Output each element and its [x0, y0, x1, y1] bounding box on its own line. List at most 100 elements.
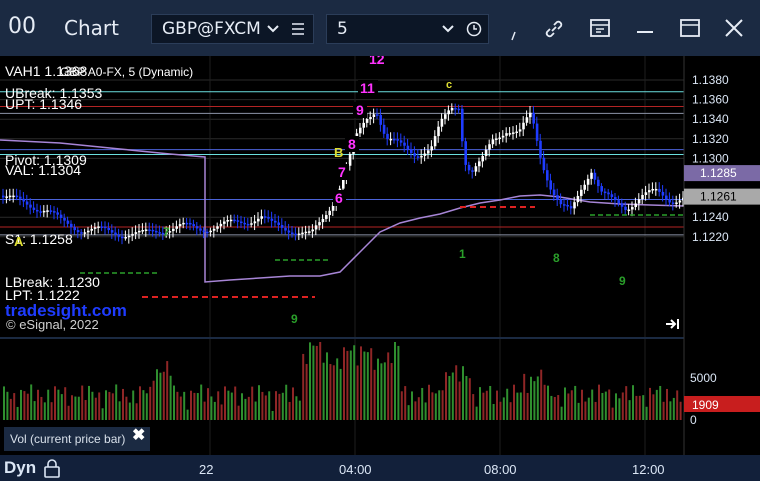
candle-body: [634, 203, 637, 208]
close-icon[interactable]: ✖: [132, 425, 145, 445]
interval-value: 5: [337, 19, 348, 39]
candle-body: [406, 145, 410, 150]
volume-bar: [71, 395, 73, 420]
candle-body: [148, 229, 151, 231]
price-chart[interactable]: VAH1 1.1368 GBP A0-FX, 5 (Dynamic) UBrea…: [0, 56, 760, 455]
candle-body: [59, 214, 63, 218]
volume-bar: [203, 401, 206, 420]
volume-bar: [224, 386, 226, 420]
volume-bar: [438, 390, 441, 420]
chevron-down-icon[interactable]: [266, 23, 280, 35]
volume-bar: [383, 362, 386, 420]
count-label: 9: [356, 102, 364, 118]
mode-label[interactable]: Dyn: [4, 458, 36, 478]
volume-bar: [312, 345, 315, 420]
volume-bar: [139, 386, 141, 420]
volume-bar: [196, 393, 199, 420]
cursor-icon[interactable]: [510, 30, 520, 42]
volume-bar: [475, 406, 478, 420]
volume-bar: [540, 369, 543, 420]
candle-body: [134, 232, 138, 234]
volume-bar: [149, 386, 152, 420]
candle-body: [233, 219, 236, 222]
candle-body: [430, 146, 433, 151]
volume-bar: [105, 390, 107, 420]
volume-bar: [353, 345, 356, 420]
close-icon[interactable]: [722, 16, 746, 40]
pane-separator[interactable]: [0, 337, 684, 339]
lock-icon[interactable]: [42, 458, 62, 478]
volume-bar: [20, 389, 22, 420]
volume-bar: [156, 369, 158, 420]
symbol-input[interactable]: GBP@FXCM: [151, 14, 314, 44]
volume-bar: [237, 405, 240, 420]
volume-bar: [635, 395, 638, 420]
volume-bar: [523, 373, 526, 420]
volume-bar: [506, 388, 509, 420]
volume-bar: [451, 372, 454, 420]
candle-body: [484, 149, 488, 157]
volume-bar: [434, 393, 437, 420]
price-tick: 1.1340: [692, 112, 729, 126]
candle-body: [53, 211, 56, 213]
volume-bar: [220, 404, 223, 420]
app-icon[interactable]: 00: [8, 14, 36, 39]
volume-bar: [118, 401, 121, 420]
candle-body: [532, 112, 535, 124]
count-label: 8: [553, 251, 560, 265]
maximize-icon[interactable]: [678, 16, 702, 40]
candle-body: [314, 225, 318, 230]
price-tick: 1.1360: [692, 93, 729, 107]
candle-body: [644, 192, 648, 195]
volume-bar: [169, 375, 172, 420]
clock-icon[interactable]: [466, 21, 482, 37]
volume-bar: [176, 391, 179, 420]
volume-bar: [227, 390, 230, 420]
candle-body: [328, 210, 331, 216]
candle-body: [348, 153, 352, 166]
candle-body: [399, 140, 403, 143]
candle-body: [110, 230, 114, 233]
candle-body: [556, 195, 559, 200]
candle-body: [229, 219, 233, 222]
volume-bar: [611, 407, 614, 420]
interval-input[interactable]: 5: [326, 14, 489, 44]
count-label: 9: [619, 274, 626, 288]
candle-body: [199, 228, 202, 231]
volume-bar: [526, 392, 529, 420]
volume-bar: [604, 391, 607, 420]
link-icon[interactable]: [543, 18, 565, 40]
candle-body: [583, 184, 586, 190]
study-label[interactable]: Vol (current price bar): [4, 427, 150, 451]
volume-bar: [241, 393, 243, 420]
volume-bar: [598, 384, 600, 420]
price-tick: 1.1320: [692, 132, 729, 146]
volume-bar: [326, 352, 328, 420]
volume-bar: [6, 391, 9, 420]
volume-bar: [669, 401, 672, 420]
volume-bar: [346, 350, 349, 420]
candle-body: [311, 229, 314, 232]
volume-bar: [339, 368, 342, 420]
candle-body: [291, 232, 294, 235]
minimize-icon[interactable]: [634, 16, 656, 40]
candle-body: [172, 228, 175, 232]
volume-bar: [489, 385, 492, 420]
chevron-down-icon[interactable]: [441, 23, 455, 35]
volume-bar: [9, 398, 12, 420]
volume-bar: [676, 390, 679, 420]
volume-bar: [472, 394, 475, 420]
volume-bar: [638, 395, 641, 420]
candle-body: [175, 226, 178, 229]
candle-body: [185, 222, 189, 225]
candle-body: [535, 123, 539, 141]
candle-body: [144, 229, 148, 231]
candle-body: [63, 217, 66, 221]
volume-bar: [37, 389, 39, 420]
copyright: © eSignal, 2022: [6, 317, 99, 332]
candle-body: [178, 224, 182, 227]
candle-body: [665, 195, 668, 200]
menu-icon[interactable]: [291, 22, 305, 36]
candle-body: [464, 141, 467, 165]
template-icon[interactable]: [588, 16, 612, 40]
